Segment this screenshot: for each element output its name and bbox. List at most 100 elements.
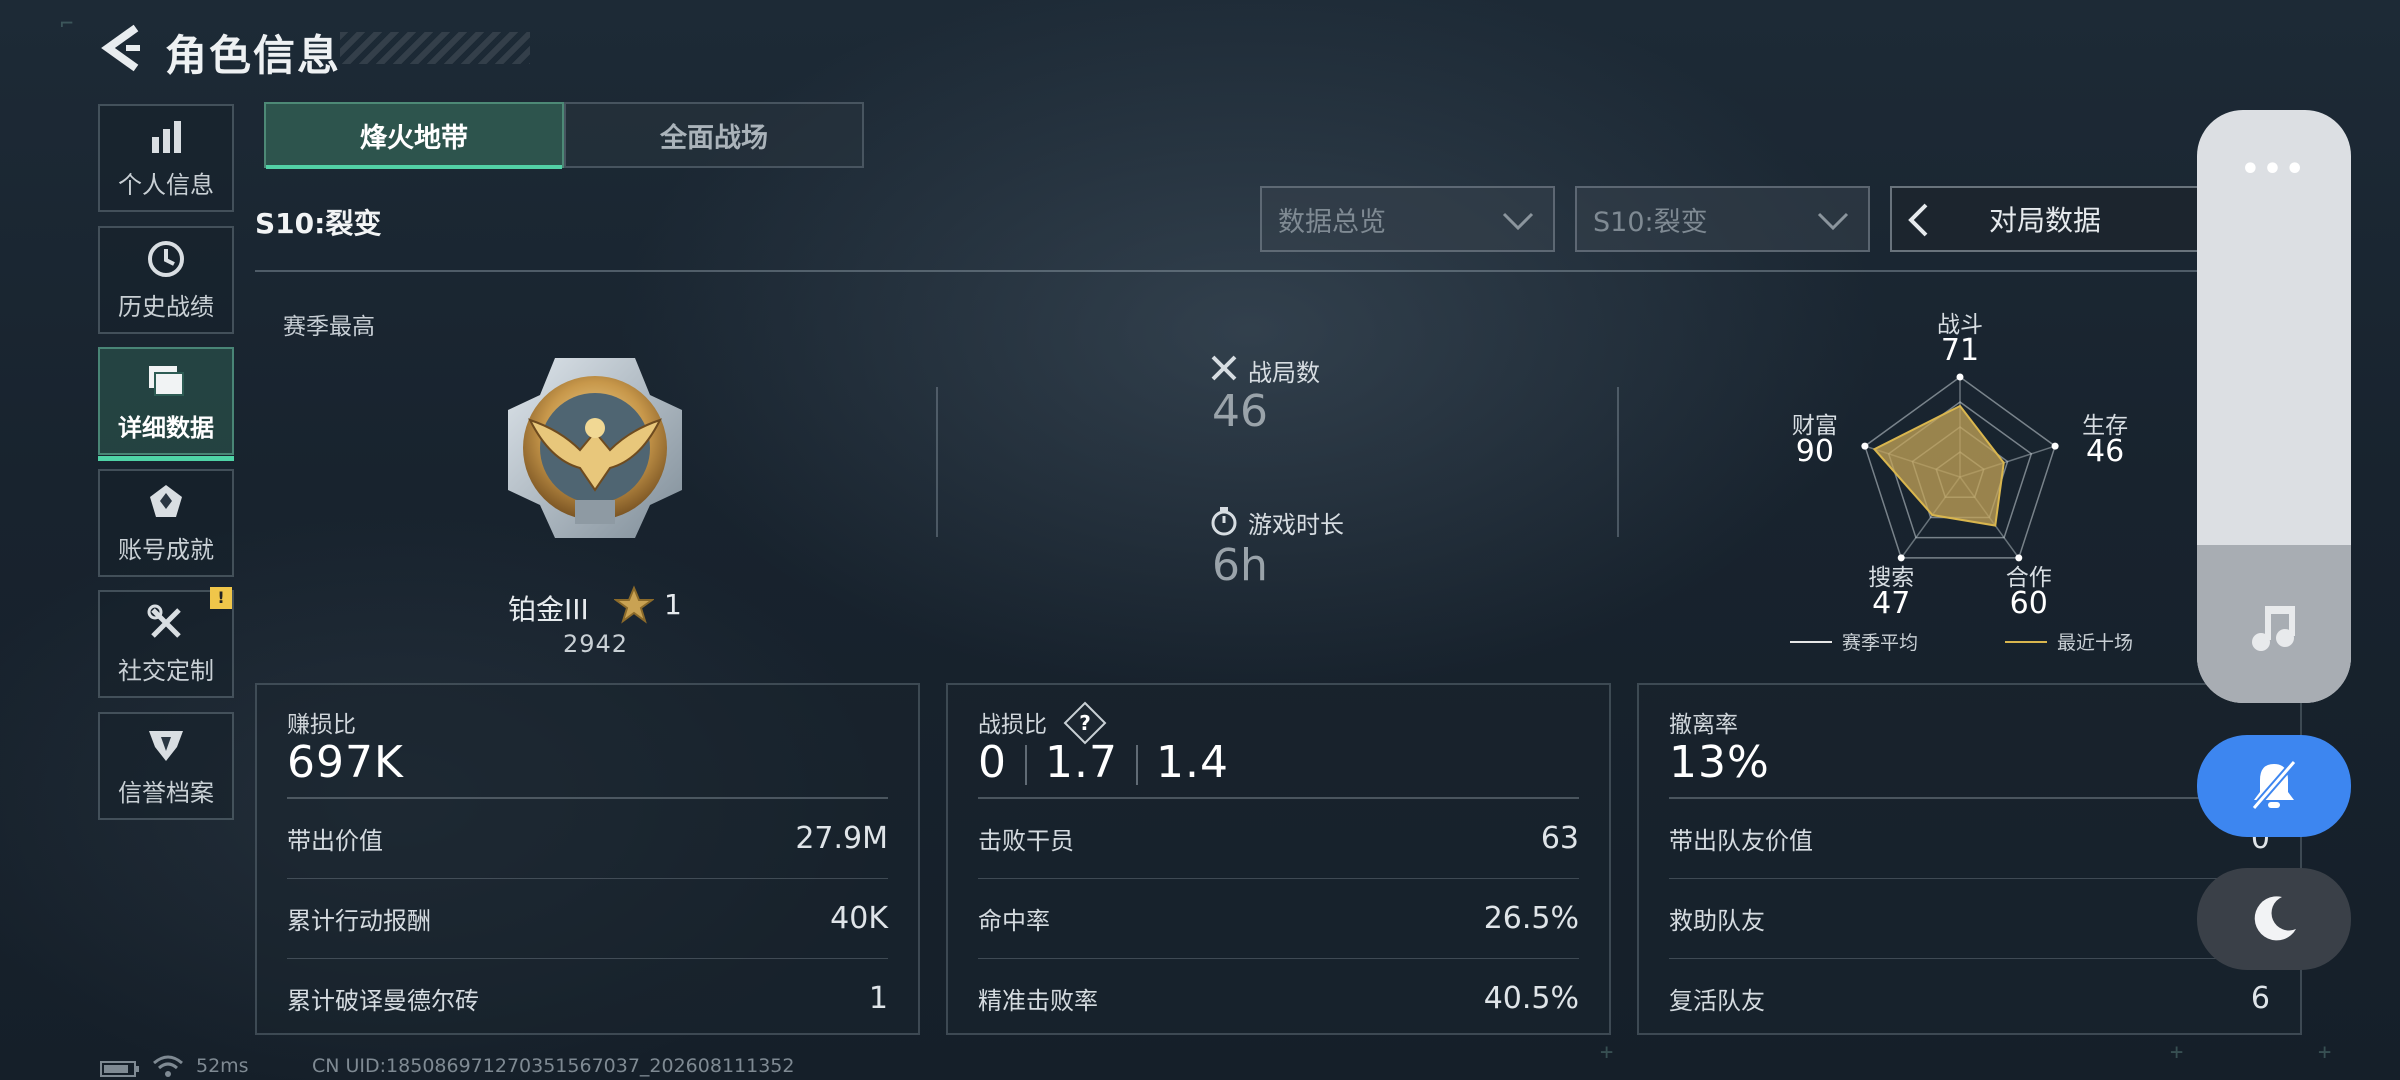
wifi-icon bbox=[153, 1055, 183, 1077]
svg-text:?: ? bbox=[1079, 711, 1091, 735]
corner-mark: ⌐ bbox=[60, 12, 74, 37]
stat-row: 带出价值 27.9M bbox=[287, 798, 888, 878]
legend-season-avg-swatch bbox=[1790, 641, 1832, 643]
stat-label: 精准击败率 bbox=[978, 986, 1098, 1015]
divider bbox=[936, 387, 938, 537]
season-best-label: 赛季最高 bbox=[283, 314, 375, 340]
tab-full-battlefield[interactable]: 全面战场 bbox=[564, 102, 864, 168]
card-main-value: 697K bbox=[287, 737, 404, 788]
sidebar-item-detailed-data[interactable]: 详细数据 bbox=[98, 347, 234, 461]
card-title: 撤离率 bbox=[1669, 712, 1738, 738]
sidebar-item-label: 详细数据 bbox=[118, 413, 214, 442]
divider bbox=[255, 270, 2245, 272]
stat-label: 带出队友价值 bbox=[1669, 826, 1813, 855]
alert-badge: ! bbox=[210, 587, 232, 609]
stat-value: 63 bbox=[1540, 820, 1579, 856]
stat-row: 击败干员 63 bbox=[978, 798, 1579, 878]
sidebar-item-reputation[interactable]: 信誉档案 bbox=[98, 712, 234, 820]
corner-mark: + bbox=[1600, 1040, 1614, 1065]
card-title: 赚损比 bbox=[287, 712, 356, 738]
legend-recent-swatch bbox=[2005, 641, 2047, 643]
radar-axis-value: 90 bbox=[1795, 434, 1834, 470]
card-main-value: 13% bbox=[1669, 737, 1770, 788]
match-data-button[interactable]: 对局数据 bbox=[1890, 186, 2200, 252]
dropdown-value: 数据总览 bbox=[1278, 206, 1386, 238]
stat-label: 累计行动报酬 bbox=[287, 906, 431, 935]
stat-label: 带出价值 bbox=[287, 826, 383, 855]
clock-icon bbox=[146, 239, 186, 279]
radar-axis-dot bbox=[1861, 442, 1869, 450]
music-icon[interactable] bbox=[2247, 600, 2303, 656]
profit-card: 赚损比 697K 带出价值 27.9M 累计行动报酬 40K 累计破译曼德尔砖 … bbox=[255, 683, 920, 1035]
play-time-value: 6h bbox=[1212, 540, 1268, 591]
bell-off-icon bbox=[2251, 759, 2297, 811]
sidebar-item-label: 个人信息 bbox=[118, 170, 214, 199]
shield-icon bbox=[146, 725, 186, 765]
corner-mark: + bbox=[2318, 1040, 2332, 1065]
stat-label: 累计破译曼德尔砖 bbox=[287, 986, 479, 1015]
radar-series-recent bbox=[1872, 404, 2005, 527]
stat-label: 救助队友 bbox=[1669, 906, 1765, 935]
mute-notifications-button[interactable] bbox=[2197, 735, 2351, 837]
matches-label: 战局数 bbox=[1248, 359, 1320, 387]
crossed-swords-icon bbox=[1211, 355, 1237, 381]
legend-season-avg: 赛季平均 bbox=[1842, 632, 1919, 654]
sidebar-item-personal-info[interactable]: 个人信息 bbox=[98, 104, 234, 212]
back-icon[interactable] bbox=[96, 22, 146, 74]
rank-score: 2942 bbox=[563, 630, 629, 658]
battery-icon bbox=[100, 1061, 139, 1077]
rank-star-count: 1 bbox=[664, 588, 682, 621]
more-icon[interactable]: ••• bbox=[2197, 152, 2351, 187]
bar-chart-icon bbox=[146, 117, 186, 157]
stat-row: 累计破译曼德尔砖 1 bbox=[287, 958, 888, 1038]
sidebar-item-label: 信誉档案 bbox=[118, 778, 214, 807]
sidebar-item-achievements[interactable]: 账号成就 bbox=[98, 469, 234, 577]
stat-row: 复活队友 6 bbox=[1669, 958, 2270, 1038]
stopwatch-icon bbox=[1211, 507, 1237, 536]
radar-axis-dot bbox=[2051, 442, 2059, 450]
night-mode-button[interactable] bbox=[2197, 868, 2351, 970]
divider bbox=[1135, 745, 1138, 785]
stat-row: 精准击败率 40.5% bbox=[978, 958, 1579, 1038]
help-icon[interactable]: ? bbox=[1062, 700, 1108, 746]
overview-dropdown[interactable]: 数据总览 bbox=[1260, 186, 1555, 252]
radar-axis-value: 47 bbox=[1872, 585, 1911, 621]
chevron-left-icon bbox=[1908, 203, 1928, 237]
radar-axis-value: 46 bbox=[2086, 434, 2125, 470]
stat-row: 带出队友价值 0 bbox=[1669, 798, 2270, 878]
season-dropdown[interactable]: S10:裂变 bbox=[1575, 186, 1870, 252]
legend-recent-ten: 最近十场 bbox=[2057, 632, 2134, 654]
ping-text: 52ms bbox=[196, 1055, 249, 1077]
radar-axis-dot bbox=[1956, 373, 1964, 381]
uid-text: CN UID:1850869712703515670​37_2026081113… bbox=[312, 1055, 795, 1077]
folder-icon bbox=[146, 360, 186, 400]
radar-axis-value: 60 bbox=[2009, 585, 2048, 621]
card-title: 战损比 bbox=[978, 712, 1047, 738]
tab-firezone[interactable]: 烽火地带 bbox=[264, 102, 564, 169]
kd-value: 0 bbox=[978, 737, 1007, 788]
stat-value: 26.5% bbox=[1483, 900, 1579, 936]
match-data-label: 对局数据 bbox=[1988, 204, 2101, 237]
rank-name: 铂金III bbox=[508, 593, 589, 626]
stat-value: 1 bbox=[868, 980, 888, 1016]
star-icon bbox=[614, 585, 654, 624]
sidebar-item-history[interactable]: 历史战绩 bbox=[98, 226, 234, 334]
matches-value: 46 bbox=[1212, 386, 1268, 437]
chevron-down-icon bbox=[1502, 212, 1534, 231]
stat-label: 命中率 bbox=[978, 906, 1050, 935]
season-label: S10:裂变 bbox=[255, 207, 382, 240]
floating-toolbar[interactable]: ••• bbox=[2197, 110, 2351, 703]
title-decoration bbox=[340, 32, 530, 64]
tools-icon bbox=[146, 603, 186, 643]
stat-value: 40.5% bbox=[1483, 980, 1579, 1016]
divider bbox=[1025, 745, 1027, 785]
stat-row: 累计行动报酬 40K bbox=[287, 878, 888, 958]
sidebar-item-label: 社交定制 bbox=[118, 656, 214, 685]
stat-value: 6 bbox=[2250, 980, 2270, 1016]
play-time-label: 游戏时长 bbox=[1248, 511, 1344, 539]
corner-mark: + bbox=[2170, 1040, 2184, 1065]
extraction-card: 撤离率 13% 带出队友价值 0 救助队友 复活队友 6 bbox=[1637, 683, 2302, 1035]
kd-value: 1.4 bbox=[1155, 737, 1229, 788]
dropdown-value: S10:裂变 bbox=[1593, 206, 1708, 238]
sidebar-item-label: 历史战绩 bbox=[118, 292, 214, 321]
